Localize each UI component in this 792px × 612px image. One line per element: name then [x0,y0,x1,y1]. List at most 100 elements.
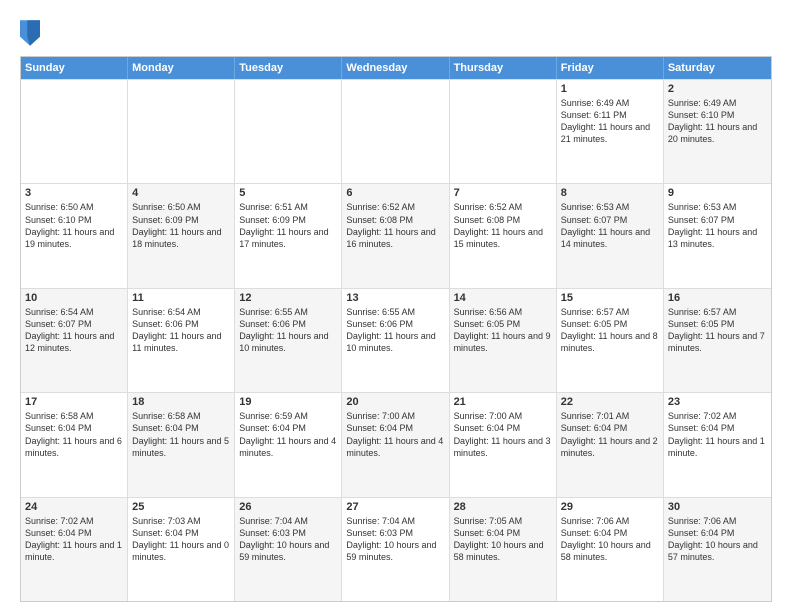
calendar-row-5: 24 Sunrise: 7:02 AM Sunset: 6:04 PM Dayli… [21,497,771,601]
day-cell-10: 10 Sunrise: 6:54 AM Sunset: 6:07 PM Dayli… [21,289,128,392]
calendar-row-2: 3 Sunrise: 6:50 AM Sunset: 6:10 PM Daylig… [21,183,771,287]
day-info: Sunrise: 6:57 AM Sunset: 6:05 PM Dayligh… [561,306,659,355]
day-cell-15: 15 Sunrise: 6:57 AM Sunset: 6:05 PM Dayli… [557,289,664,392]
day-number: 11 [132,292,230,304]
logo [20,20,42,46]
day-info: Sunrise: 6:59 AM Sunset: 6:04 PM Dayligh… [239,410,337,459]
day-info: Sunrise: 6:51 AM Sunset: 6:09 PM Dayligh… [239,201,337,250]
day-cell-21: 21 Sunrise: 7:00 AM Sunset: 6:04 PM Dayli… [450,393,557,496]
day-number: 10 [25,292,123,304]
day-number: 24 [25,501,123,513]
day-cell-20: 20 Sunrise: 7:00 AM Sunset: 6:04 PM Dayli… [342,393,449,496]
day-cell-27: 27Sunrise: 7:04 AM Sunset: 6:03 PM Dayli… [342,498,449,601]
day-cell-16: 16 Sunrise: 6:57 AM Sunset: 6:05 PM Dayli… [664,289,771,392]
day-info: Sunrise: 7:01 AM Sunset: 6:04 PM Dayligh… [561,410,659,459]
day-info: Sunrise: 6:50 AM Sunset: 6:10 PM Dayligh… [25,201,123,250]
day-number: 16 [668,292,767,304]
day-number: 21 [454,396,552,408]
day-number: 7 [454,187,552,199]
day-info: Sunrise: 7:02 AM Sunset: 6:04 PM Dayligh… [668,410,767,459]
day-info: Sunrise: 7:06 AM Sunset: 6:04 PM Dayligh… [668,515,767,564]
empty-cell [235,80,342,183]
day-cell-1: 1 Sunrise: 6:49 AM Sunset: 6:11 PM Daylig… [557,80,664,183]
day-number: 25 [132,501,230,513]
day-cell-22: 22Sunrise: 7:01 AM Sunset: 6:04 PM Dayli… [557,393,664,496]
day-cell-26: 26 Sunrise: 7:04 AM Sunset: 6:03 PM Dayli… [235,498,342,601]
day-number: 15 [561,292,659,304]
day-cell-5: 5 Sunrise: 6:51 AM Sunset: 6:09 PM Daylig… [235,184,342,287]
empty-cell [128,80,235,183]
day-info: Sunrise: 7:06 AM Sunset: 6:04 PM Dayligh… [561,515,659,564]
day-info: Sunrise: 6:58 AM Sunset: 6:04 PM Dayligh… [132,410,230,459]
weekday-header-tuesday: Tuesday [235,57,342,79]
day-info: Sunrise: 6:55 AM Sunset: 6:06 PM Dayligh… [346,306,444,355]
weekday-header-wednesday: Wednesday [342,57,449,79]
day-info: Sunrise: 6:52 AM Sunset: 6:08 PM Dayligh… [454,201,552,250]
day-info: Sunrise: 6:58 AM Sunset: 6:04 PM Dayligh… [25,410,123,459]
day-info: Sunrise: 6:54 AM Sunset: 6:07 PM Dayligh… [25,306,123,355]
day-cell-2: 2 Sunrise: 6:49 AM Sunset: 6:10 PM Daylig… [664,80,771,183]
page-header [20,16,772,46]
day-info: Sunrise: 7:04 AM Sunset: 6:03 PM Dayligh… [239,515,337,564]
day-info: Sunrise: 7:03 AM Sunset: 6:04 PM Dayligh… [132,515,230,564]
day-number: 18 [132,396,230,408]
day-number: 17 [25,396,123,408]
day-cell-23: 23 Sunrise: 7:02 AM Sunset: 6:04 PM Dayli… [664,393,771,496]
calendar: SundayMondayTuesdayWednesdayThursdayFrid… [20,56,772,602]
day-cell-29: 29 Sunrise: 7:06 AM Sunset: 6:04 PM Dayli… [557,498,664,601]
day-number: 19 [239,396,337,408]
day-number: 3 [25,187,123,199]
day-info: Sunrise: 6:49 AM Sunset: 6:10 PM Dayligh… [668,97,767,146]
day-info: Sunrise: 7:04 AM Sunset: 6:03 PM Dayligh… [346,515,444,564]
logo-icon [20,20,40,46]
day-number: 1 [561,83,659,95]
weekday-header-sunday: Sunday [21,57,128,79]
day-info: Sunrise: 6:54 AM Sunset: 6:06 PM Dayligh… [132,306,230,355]
weekday-header-friday: Friday [557,57,664,79]
day-cell-4: 4Sunrise: 6:50 AM Sunset: 6:09 PM Daylig… [128,184,235,287]
day-number: 6 [346,187,444,199]
day-info: Sunrise: 7:00 AM Sunset: 6:04 PM Dayligh… [454,410,552,459]
weekday-header-monday: Monday [128,57,235,79]
day-cell-19: 19 Sunrise: 6:59 AM Sunset: 6:04 PM Dayli… [235,393,342,496]
day-info: Sunrise: 6:52 AM Sunset: 6:08 PM Dayligh… [346,201,444,250]
day-number: 12 [239,292,337,304]
day-cell-12: 12Sunrise: 6:55 AM Sunset: 6:06 PM Dayli… [235,289,342,392]
day-cell-9: 9Sunrise: 6:53 AM Sunset: 6:07 PM Daylig… [664,184,771,287]
day-number: 23 [668,396,767,408]
calendar-header: SundayMondayTuesdayWednesdayThursdayFrid… [21,57,771,79]
calendar-row-4: 17 Sunrise: 6:58 AM Sunset: 6:04 PM Dayli… [21,392,771,496]
day-cell-18: 18 Sunrise: 6:58 AM Sunset: 6:04 PM Dayli… [128,393,235,496]
day-cell-30: 30 Sunrise: 7:06 AM Sunset: 6:04 PM Dayli… [664,498,771,601]
day-number: 14 [454,292,552,304]
day-number: 2 [668,83,767,95]
day-number: 29 [561,501,659,513]
day-number: 4 [132,187,230,199]
day-cell-17: 17 Sunrise: 6:58 AM Sunset: 6:04 PM Dayli… [21,393,128,496]
calendar-row-3: 10 Sunrise: 6:54 AM Sunset: 6:07 PM Dayli… [21,288,771,392]
day-cell-6: 6 Sunrise: 6:52 AM Sunset: 6:08 PM Daylig… [342,184,449,287]
day-number: 30 [668,501,767,513]
day-cell-3: 3 Sunrise: 6:50 AM Sunset: 6:10 PM Daylig… [21,184,128,287]
day-cell-11: 11 Sunrise: 6:54 AM Sunset: 6:06 PM Dayli… [128,289,235,392]
day-number: 8 [561,187,659,199]
day-number: 26 [239,501,337,513]
weekday-header-saturday: Saturday [664,57,771,79]
day-cell-24: 24 Sunrise: 7:02 AM Sunset: 6:04 PM Dayli… [21,498,128,601]
day-number: 13 [346,292,444,304]
day-number: 28 [454,501,552,513]
day-number: 9 [668,187,767,199]
day-number: 5 [239,187,337,199]
empty-cell [21,80,128,183]
day-cell-7: 7 Sunrise: 6:52 AM Sunset: 6:08 PM Daylig… [450,184,557,287]
day-info: Sunrise: 6:53 AM Sunset: 6:07 PM Dayligh… [561,201,659,250]
day-info: Sunrise: 7:00 AM Sunset: 6:04 PM Dayligh… [346,410,444,459]
empty-cell [450,80,557,183]
day-number: 20 [346,396,444,408]
day-info: Sunrise: 7:05 AM Sunset: 6:04 PM Dayligh… [454,515,552,564]
day-info: Sunrise: 6:49 AM Sunset: 6:11 PM Dayligh… [561,97,659,146]
day-info: Sunrise: 6:57 AM Sunset: 6:05 PM Dayligh… [668,306,767,355]
day-cell-14: 14 Sunrise: 6:56 AM Sunset: 6:05 PM Dayli… [450,289,557,392]
day-info: Sunrise: 6:56 AM Sunset: 6:05 PM Dayligh… [454,306,552,355]
day-info: Sunrise: 7:02 AM Sunset: 6:04 PM Dayligh… [25,515,123,564]
